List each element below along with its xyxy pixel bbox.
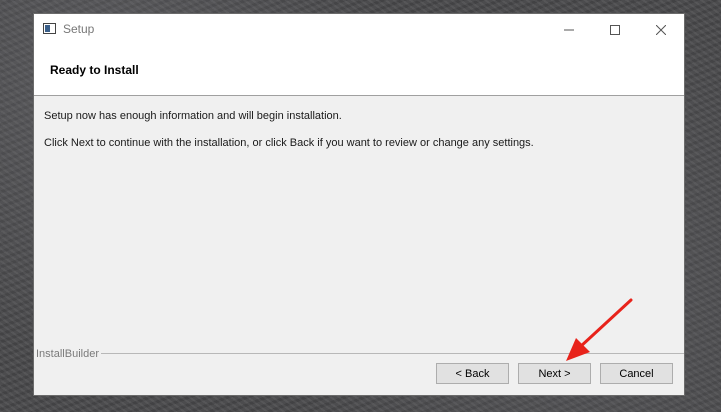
minimize-button[interactable] [546, 14, 592, 45]
setup-window: Setup Ready to Install Setup now has eno… [34, 14, 684, 395]
page-title: Ready to Install [50, 63, 139, 77]
maximize-icon [610, 24, 620, 35]
cancel-button[interactable]: Cancel [600, 363, 673, 384]
footer-divider [101, 353, 684, 354]
close-icon [656, 24, 666, 35]
maximize-button[interactable] [592, 14, 638, 45]
info-text: Setup now has enough information and wil… [44, 110, 342, 122]
title-bar[interactable]: Setup [34, 14, 684, 45]
next-button[interactable]: Next > [518, 363, 591, 384]
page-header: Ready to Install [34, 45, 684, 96]
back-button[interactable]: < Back [436, 363, 509, 384]
installer-app-icon [43, 23, 56, 34]
minimize-icon [564, 29, 574, 30]
brand-label: InstallBuilder [36, 348, 101, 360]
window-title: Setup [63, 22, 95, 36]
close-button[interactable] [638, 14, 684, 45]
instruction-text: Click Next to continue with the installa… [44, 137, 534, 149]
